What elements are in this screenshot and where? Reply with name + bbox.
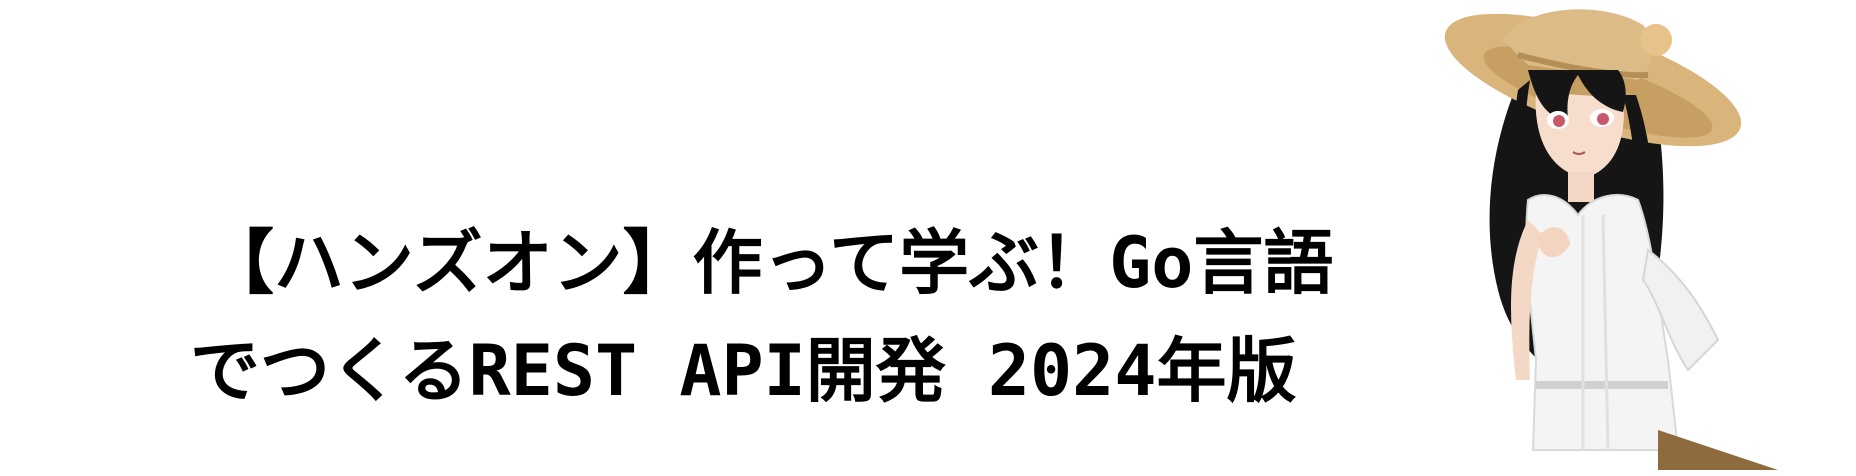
title-line-2: でつくるREST API開発 2024年版 — [190, 330, 1297, 412]
iris-left — [1553, 115, 1565, 127]
iris-right — [1597, 113, 1609, 125]
neck — [1568, 172, 1594, 202]
ground-shadow — [1658, 430, 1778, 470]
anime-girl-illustration — [1444, 9, 1778, 470]
banner-title: 【ハンズオン】作って学ぶ！Go言語 でつくるREST API開発 2024年版 — [190, 228, 1390, 406]
banner: 【ハンズオン】作って学ぶ！Go言語 でつくるREST API開発 2024年版 — [0, 0, 1856, 476]
hat-flower — [1640, 24, 1672, 56]
title-line-1: 【ハンズオン】作って学ぶ！Go言語 — [204, 222, 1334, 304]
